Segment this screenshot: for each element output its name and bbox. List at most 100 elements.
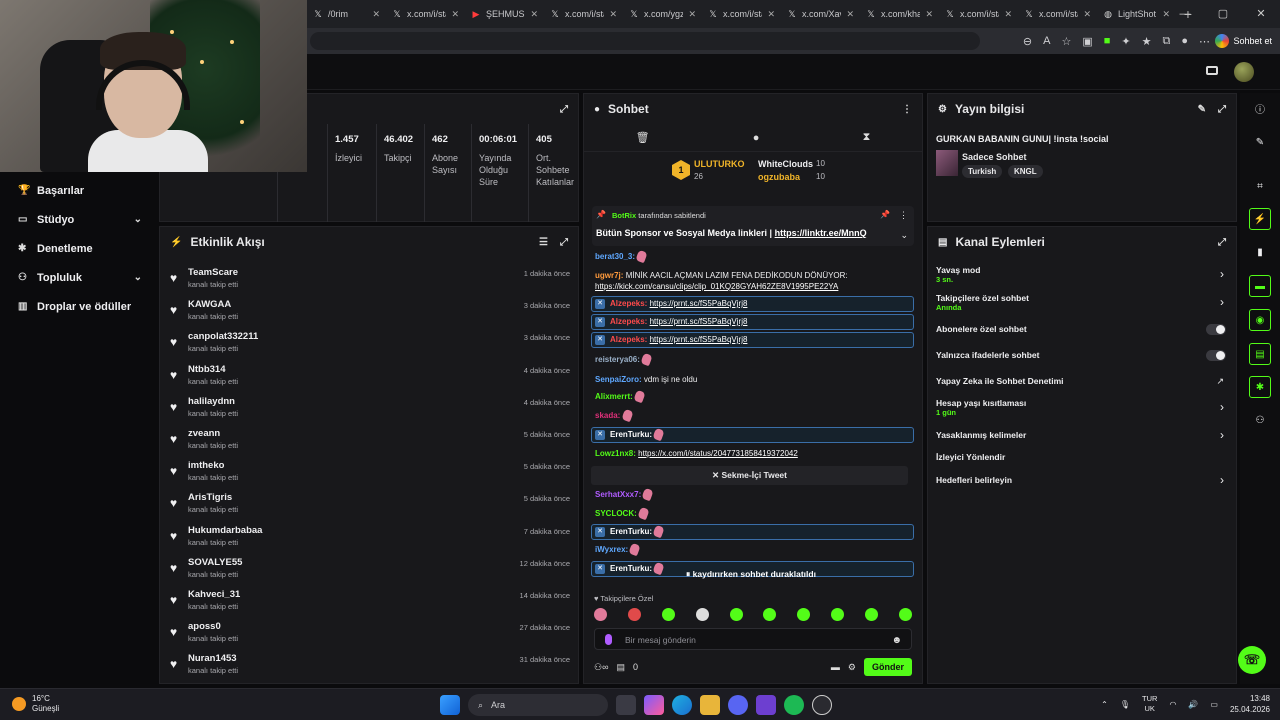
toggle-switch[interactable]: [1206, 324, 1226, 335]
tag-pill[interactable]: Turkish: [962, 165, 1003, 178]
channel-action-row[interactable]: Abonelere özel sohbet: [936, 324, 1226, 335]
chat-message[interactable]: skada:: [595, 409, 912, 423]
pinned-menu-icon[interactable]: ⋮: [899, 210, 908, 221]
stream-category[interactable]: Sadece Sohbet: [962, 152, 1027, 162]
trash-icon[interactable]: 🗑: [636, 131, 650, 144]
send-button[interactable]: Gönder: [863, 658, 912, 676]
wifi-icon[interactable]: ◠: [1169, 700, 1176, 709]
chevron-right-icon[interactable]: ›: [1220, 428, 1224, 442]
emote-icon[interactable]: [594, 608, 607, 621]
chevron-down-icon[interactable]: ⌄: [134, 272, 142, 283]
activity-user[interactable]: Hukumdarbabaa: [188, 525, 262, 536]
spotify-icon[interactable]: [784, 695, 804, 715]
chat-username[interactable]: SenpaiZoro:: [595, 375, 642, 384]
highlighted-chat-message[interactable]: ✕ ErenTurku:: [591, 524, 914, 540]
tweet-button[interactable]: ✕ Sekme-İçi Tweet: [591, 466, 908, 485]
chat-bubble-icon[interactable]: ▬: [831, 662, 840, 672]
toggle-switch[interactable]: [1206, 350, 1226, 361]
activity-row[interactable]: ♥ Hukumdarbabaa kanalı takip etti 7 dakika …: [168, 521, 570, 553]
chat-username[interactable]: ErenTurku:: [610, 564, 652, 573]
activity-row[interactable]: ♥ halilaydnn kanalı takip etti 4 dakika önc…: [168, 392, 570, 424]
microphone-icon[interactable]: 🎙: [1120, 700, 1130, 709]
activity-user[interactable]: Ntbb314: [188, 364, 225, 375]
emote-icon[interactable]: [695, 608, 709, 621]
chat-username[interactable]: Lowz1nx8:: [595, 449, 636, 458]
tab-close-icon[interactable]: ✕: [846, 9, 854, 20]
crop-icon[interactable]: ⌗: [1249, 175, 1271, 197]
copilot-icon[interactable]: [644, 695, 664, 715]
copilot-button[interactable]: Sohbet et: [1215, 32, 1272, 50]
chevron-down-icon[interactable]: ⌄: [900, 230, 908, 241]
filter-icon[interactable]: ☰: [539, 237, 548, 248]
chat-username[interactable]: reisterya06:: [595, 355, 640, 364]
chat-link[interactable]: https://prnt.sc/fS5PaBqVjrj8: [650, 335, 748, 344]
language-indicator[interactable]: TUR UK: [1142, 694, 1157, 714]
emoji-icon[interactable]: ☻: [891, 635, 902, 646]
lightning-icon[interactable]: ⚡: [1249, 208, 1271, 230]
leader-second-name[interactable]: WhiteClouds: [758, 159, 813, 169]
chat-mode-icon[interactable]: ●: [753, 132, 760, 144]
activity-user[interactable]: canpolat332211: [188, 331, 258, 342]
chevron-up-icon[interactable]: ⌃: [1101, 700, 1108, 709]
chat-username[interactable]: Alzepeks:: [610, 335, 647, 344]
maximize-icon[interactable]: ▢: [1204, 0, 1242, 28]
popout-icon[interactable]: ⤢: [560, 104, 568, 115]
chat-message[interactable]: SerhatXxx7:: [595, 488, 912, 502]
read-aloud-icon[interactable]: A: [1043, 35, 1050, 47]
chevron-right-icon[interactable]: ›: [1220, 473, 1224, 487]
tab-close-icon[interactable]: ✕: [1004, 9, 1012, 20]
pinned-link[interactable]: https://linktr.ee/MnnQ: [775, 228, 867, 238]
activity-user[interactable]: TeamScare: [188, 267, 238, 278]
extensions-icon[interactable]: ✦: [1121, 35, 1130, 48]
volume-icon[interactable]: 🔊: [1188, 700, 1198, 709]
tab-close-icon[interactable]: ✕: [925, 9, 933, 20]
sidebar-item-3[interactable]: ⚇ Topluluk ⌄: [0, 263, 156, 292]
channel-action-row[interactable]: Takipçilere özel sohbet Anında ›: [936, 293, 1226, 312]
chat-link[interactable]: https://x.com/i/status/20477318584193720…: [638, 449, 798, 458]
file-explorer-icon[interactable]: [700, 695, 720, 715]
browser-tab[interactable]: 𝕏x.com/i/sta ✕: [939, 0, 1018, 28]
support-button[interactable]: ☏: [1238, 646, 1266, 674]
popout-icon[interactable]: ⤢: [1218, 104, 1226, 115]
activity-user[interactable]: ArisTigris: [188, 492, 232, 503]
activity-row[interactable]: ♥ TeamScare kanalı takip etti 1 dakika önce: [168, 263, 570, 295]
activity-user[interactable]: KAWGAA: [188, 299, 231, 310]
activity-user[interactable]: Nuran1453: [188, 653, 237, 664]
favorites-icon[interactable]: ★: [1142, 35, 1152, 48]
browser-tab[interactable]: ◍ LightShot ✕: [1097, 0, 1176, 28]
chat-message[interactable]: reisterya06:: [595, 353, 912, 367]
activity-row[interactable]: ♥ SOVALYE55 kanalı takip etti 12 dakika önc…: [168, 553, 570, 585]
browser-tab[interactable]: 𝕏x.com/Xavie ✕: [781, 0, 860, 28]
extension-icon[interactable]: ▣: [1082, 35, 1092, 48]
activity-row[interactable]: ♥ Nuran1453 kanalı takip etti 31 dakika önc…: [168, 649, 570, 681]
highlighted-chat-message[interactable]: ✕ Alzepeks: https://prnt.sc/fS5PaBqVjrj8: [591, 314, 914, 330]
stream-camera-icon[interactable]: [1206, 66, 1218, 75]
pinned-message[interactable]: 📌 BotRix tarafından sabitlendi Bütün Spo…: [592, 206, 914, 246]
highlighted-chat-message[interactable]: ✕ ErenTurku:: [591, 427, 914, 443]
clip-icon[interactable]: ▮: [1249, 241, 1271, 263]
activity-row[interactable]: ♥ Ntbb314 kanalı takip etti 4 dakika önce: [168, 360, 570, 392]
battery-icon[interactable]: ▭: [1210, 700, 1218, 709]
sidebar-item-1[interactable]: ▭ Stüdyo ⌄: [0, 205, 156, 234]
broadcast-icon[interactable]: ◉: [1249, 309, 1271, 331]
channel-action-row[interactable]: Yasaklanmış kelimeler ›: [936, 428, 1226, 442]
chat-username[interactable]: SerhatXxx7:: [595, 490, 641, 499]
browser-tab[interactable]: 𝕏x.com/i/sta ✕: [386, 0, 465, 28]
zoom-icon[interactable]: ⊖: [1023, 35, 1032, 48]
pen-icon[interactable]: ✎: [1249, 131, 1271, 153]
edge-icon[interactable]: [672, 695, 692, 715]
activity-user[interactable]: halilaydnn: [188, 396, 235, 407]
emote-icon[interactable]: [729, 608, 743, 621]
leader-third-name[interactable]: ogzubaba: [758, 172, 800, 182]
activity-user[interactable]: zveann: [188, 428, 220, 439]
chat-username[interactable]: SYCLOCK:: [595, 509, 637, 518]
chat-menu-icon[interactable]: ⋮: [902, 104, 912, 115]
address-field[interactable]: [310, 32, 980, 50]
chat-input[interactable]: Bir mesaj gönderin ☻: [594, 628, 912, 650]
hourglass-icon[interactable]: ⧗: [863, 131, 871, 144]
browser-tab[interactable]: 𝕏x.com/i/sta ✕: [544, 0, 623, 28]
activity-row[interactable]: ♥ zveann kanalı takip etti 5 dakika önce: [168, 424, 570, 456]
extension-green-icon[interactable]: ■: [1104, 35, 1111, 47]
browser-tab[interactable]: 𝕏x.com/ygz ✕: [623, 0, 702, 28]
chat-username[interactable]: Alixmerrt:: [595, 392, 633, 401]
